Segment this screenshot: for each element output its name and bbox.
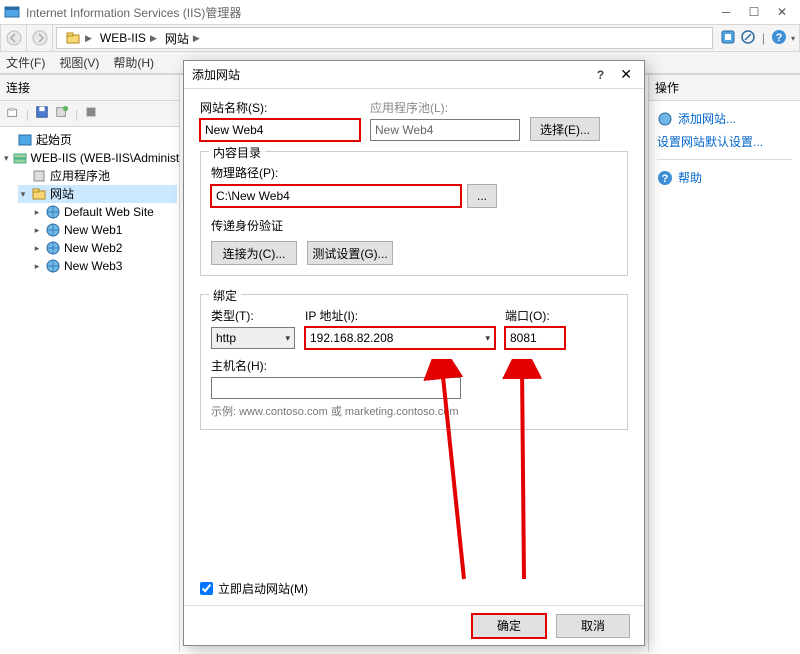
dialog-close-button[interactable]: ✕ — [616, 66, 636, 83]
globe-icon — [45, 258, 61, 274]
tree-startpage[interactable]: 起始页 — [4, 131, 177, 149]
refresh-icon[interactable] — [720, 29, 736, 48]
tree-site-2[interactable]: ▸New Web2 — [32, 239, 177, 257]
minimize-button[interactable]: ─ — [712, 1, 740, 23]
port-label: 端口(O): — [505, 307, 565, 324]
tree-site-default[interactable]: ▸Default Web Site — [32, 203, 177, 221]
hostname-input[interactable] — [211, 377, 461, 399]
nav-back-button[interactable] — [1, 25, 27, 51]
action-help[interactable]: ? 帮助 — [657, 166, 792, 189]
chevron-right-icon: ▶ — [193, 33, 200, 44]
content-directory-group: 内容目录 物理路径(P): ... 传递身份验证 连接为(C)... 测试设置(… — [200, 151, 628, 276]
sitename-input[interactable] — [200, 119, 360, 141]
browse-button[interactable]: ... — [467, 184, 497, 208]
globe-icon — [45, 240, 61, 256]
port-input[interactable] — [505, 327, 565, 349]
window-controls: ─ ☐ ✕ — [712, 1, 796, 23]
menu-view[interactable]: 视图(V) — [59, 54, 99, 71]
connections-toolbar: | | — [0, 101, 179, 127]
type-select[interactable]: http▾ — [211, 327, 295, 349]
close-button[interactable]: ✕ — [768, 1, 796, 23]
add-icon[interactable] — [55, 105, 69, 122]
binding-group: 绑定 类型(T): http▾ IP 地址(I): 192.168.82.208… — [200, 294, 628, 430]
tree-server[interactable]: ▾ WEB-IIS (WEB-IIS\Administrator) — [4, 149, 177, 167]
action-set-default[interactable]: 设置网站默认设置... — [657, 130, 792, 153]
menu-file[interactable]: 文件(F) — [6, 54, 45, 71]
physpath-input[interactable] — [211, 185, 461, 207]
menu-help[interactable]: 帮助(H) — [113, 54, 154, 71]
tree-sites[interactable]: ▾ 网站 — [18, 185, 177, 203]
actions-panel: 操作 添加网站... 设置网站默认设置... ? 帮助 — [648, 75, 800, 652]
sitename-label: 网站名称(S): — [200, 99, 360, 116]
connections-panel: 连接 | | 起始页 ▾ — [0, 75, 180, 652]
stop-icon[interactable] — [740, 29, 756, 48]
nav-forward-button[interactable] — [27, 25, 53, 51]
chevron-right-icon: ▶ — [150, 33, 157, 44]
svg-text:?: ? — [776, 32, 783, 44]
ok-button[interactable]: 确定 — [472, 614, 546, 638]
maximize-button[interactable]: ☐ — [740, 1, 768, 23]
hostname-hint: 示例: www.contoso.com 或 marketing.contoso.… — [211, 403, 617, 419]
navbar: ▶ WEB-IIS ▶ 网站 ▶ | ? ▾ — [0, 24, 800, 52]
dialog-help-button[interactable]: ? — [597, 68, 604, 82]
chevron-down-icon: ▾ — [285, 333, 290, 344]
start-immediately-checkbox[interactable] — [200, 582, 213, 595]
start-immediately-row[interactable]: 立即启动网站(M) — [200, 580, 308, 597]
connections-title: 连接 — [0, 75, 179, 101]
testsettings-button[interactable]: 测试设置(G)... — [307, 241, 393, 265]
connections-tree[interactable]: 起始页 ▾ WEB-IIS (WEB-IIS\Administrator) — [0, 127, 179, 279]
tree-apppools[interactable]: 应用程序池 — [18, 167, 177, 185]
select-apppool-button[interactable]: 选择(E)... — [530, 117, 600, 141]
tree-site-1[interactable]: ▸New Web1 — [32, 221, 177, 239]
app-icon — [4, 4, 20, 20]
cancel-button[interactable]: 取消 — [556, 614, 630, 638]
ip-select[interactable]: 192.168.82.208▾ — [305, 327, 495, 349]
apppool-label: 应用程序池(L): — [370, 99, 520, 116]
connectas-button[interactable]: 连接为(C)... — [211, 241, 297, 265]
breadcrumb[interactable]: ▶ WEB-IIS ▶ 网站 ▶ — [56, 27, 713, 49]
window-title: Internet Information Services (IIS)管理器 — [26, 4, 241, 21]
tree-site-3[interactable]: ▸New Web3 — [32, 257, 177, 275]
passthrough-label: 传递身份验证 — [211, 217, 617, 234]
chevron-down-icon: ▾ — [485, 333, 490, 344]
chevron-right-icon: ▶ — [85, 33, 92, 44]
globe-icon — [45, 222, 61, 238]
svg-text:?: ? — [662, 173, 669, 185]
breadcrumb-server[interactable]: WEB-IIS ▶ — [96, 31, 161, 45]
delete-icon[interactable] — [84, 105, 98, 122]
save-icon[interactable] — [35, 105, 49, 122]
action-add-site[interactable]: 添加网站... — [657, 107, 792, 130]
hostname-label: 主机名(H): — [211, 357, 461, 374]
add-website-dialog: 添加网站 ? ✕ 网站名称(S): 应用程序池(L): 选择(E)... 内容目… — [183, 60, 645, 646]
ip-label: IP 地址(I): — [305, 307, 495, 324]
window-titlebar: Internet Information Services (IIS)管理器 ─… — [0, 0, 800, 24]
physpath-label: 物理路径(P): — [211, 164, 617, 181]
actions-title: 操作 — [649, 75, 800, 101]
breadcrumb-sites[interactable]: 网站 ▶ — [161, 30, 204, 47]
globe-icon — [45, 204, 61, 220]
type-label: 类型(T): — [211, 307, 295, 324]
help-icon[interactable]: ? — [771, 29, 787, 48]
apppool-input — [370, 119, 520, 141]
connect-icon[interactable] — [6, 105, 20, 122]
dialog-title: 添加网站 — [192, 66, 240, 83]
